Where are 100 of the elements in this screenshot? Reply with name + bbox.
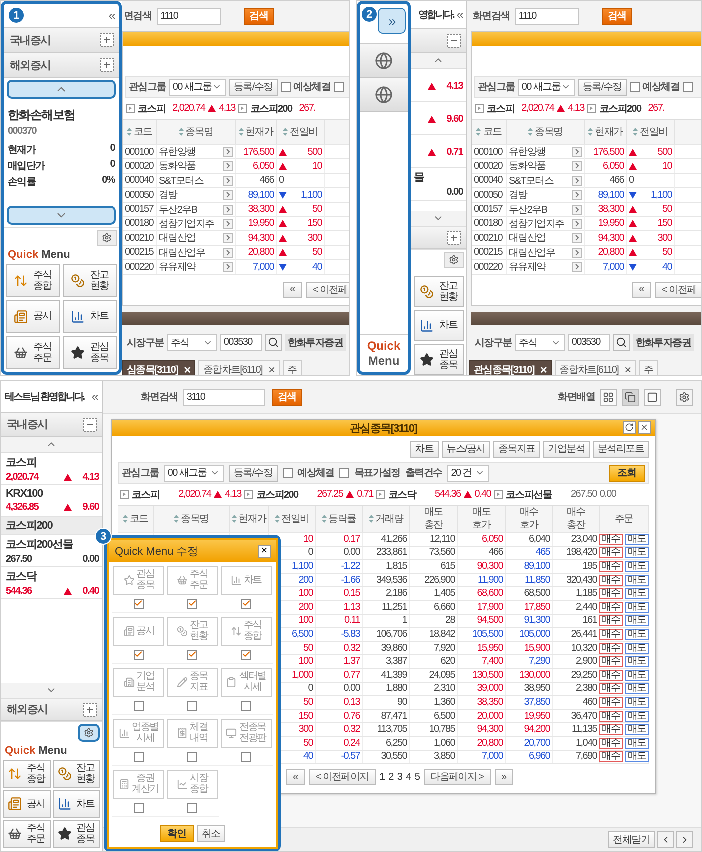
scroll-up-button[interactable] [7, 80, 116, 99]
column-header[interactable]: 현재가 [595, 126, 623, 138]
sell-button[interactable]: 매도 [625, 615, 650, 626]
checkbox[interactable] [339, 468, 350, 478]
quick-menu-button[interactable]: 주식 종합 [3, 760, 50, 788]
pager-button[interactable]: < 이전페 [654, 282, 701, 298]
sort-icon[interactable] [126, 128, 132, 136]
sell-button[interactable]: 매도 [625, 642, 650, 654]
expand-button[interactable]: » [378, 8, 406, 34]
search-button[interactable] [612, 334, 630, 352]
checkbox[interactable] [187, 650, 198, 660]
layout-button[interactable] [622, 388, 639, 406]
section-header[interactable]: 국내증시 [1, 413, 102, 437]
chevron-right-icon[interactable] [223, 147, 233, 157]
page-number[interactable]: 1 [380, 772, 385, 783]
page-number[interactable]: 4 [406, 772, 411, 783]
search-field[interactable]: 1110 [156, 8, 221, 24]
checkbox[interactable] [241, 598, 252, 608]
section-header[interactable]: 국내증시 [4, 28, 119, 53]
close-button[interactable]: × [624, 363, 631, 375]
quick-menu-button[interactable]: 잔고 현황 [52, 760, 100, 788]
sort-icon[interactable] [122, 515, 128, 523]
close-button[interactable] [638, 421, 651, 434]
close-all-button[interactable]: 전체닫기 [608, 831, 655, 848]
plus-icon[interactable] [100, 33, 114, 47]
checkbox[interactable] [334, 82, 344, 92]
confirm-button[interactable]: 확인 [160, 825, 194, 842]
buy-button[interactable]: 매수 [598, 560, 623, 572]
buy-button[interactable]: 매수 [598, 751, 623, 762]
checkbox[interactable] [241, 700, 252, 710]
chevron-right-icon[interactable] [572, 204, 582, 215]
close-button[interactable]: × [184, 363, 190, 375]
tab[interactable]: 주 [638, 360, 658, 375]
checkbox[interactable] [187, 752, 198, 762]
sell-button[interactable]: 매도 [625, 560, 650, 572]
sort-icon[interactable] [528, 128, 534, 136]
query-button[interactable]: 조회 [608, 464, 645, 482]
collapse-button[interactable]: « [108, 8, 116, 23]
quick-menu-button[interactable]: 관심 종목 [63, 336, 117, 369]
plus-icon[interactable] [447, 230, 461, 244]
checkbox[interactable] [134, 802, 144, 812]
checkbox[interactable] [630, 82, 640, 92]
section-header[interactable]: 해외증시 [1, 699, 102, 721]
sell-button[interactable]: 매도 [625, 696, 650, 708]
sell-button[interactable]: 매도 [625, 547, 650, 558]
chevron-right-icon[interactable] [223, 161, 233, 172]
sell-button[interactable]: 매도 [625, 602, 650, 613]
page-number[interactable]: 2 [388, 772, 394, 783]
pager-button[interactable]: « [286, 769, 305, 786]
checkbox[interactable] [187, 598, 198, 608]
checkbox[interactable] [280, 82, 291, 92]
sort-icon[interactable] [322, 515, 327, 523]
checkbox[interactable] [187, 700, 198, 710]
buy-button[interactable]: 매수 [598, 683, 623, 694]
pager-button[interactable]: 다음페이지 > [424, 769, 491, 786]
column-header[interactable]: 전일비 [290, 126, 318, 138]
code-field[interactable]: 003530 [568, 334, 610, 352]
checkbox[interactable] [187, 802, 198, 812]
pager-button[interactable]: » [494, 769, 514, 786]
register-button[interactable]: 등록/수정 [228, 78, 278, 96]
checkbox[interactable] [134, 752, 144, 762]
quick-menu-button[interactable]: 공시 [6, 300, 60, 333]
quote-row[interactable]: 코스피200 [1, 517, 102, 535]
quick-menu-button[interactable]: 주식 주문 [6, 336, 60, 369]
buy-button[interactable]: 매수 [598, 574, 623, 586]
buy-button[interactable]: 매수 [598, 615, 623, 626]
toolbar-button[interactable]: 분석리포트 [592, 440, 649, 458]
column-header[interactable]: 거래량 [376, 512, 404, 526]
globe-button[interactable] [360, 78, 408, 112]
register-button[interactable]: 등록/수정 [228, 464, 278, 482]
settings-button[interactable] [444, 252, 464, 268]
checkbox[interactable] [134, 650, 144, 660]
section-header[interactable]: 해외증시 [4, 53, 119, 78]
column-header[interactable]: 종목명 [186, 126, 214, 138]
buy-button[interactable]: 매수 [598, 602, 623, 613]
close-button[interactable]: × [268, 363, 275, 375]
chevron-right-icon[interactable] [223, 190, 233, 200]
cancel-button[interactable]: 취소 [197, 825, 226, 842]
sell-button[interactable]: 매도 [625, 574, 650, 586]
group-select[interactable]: 00 새그룹 [518, 78, 575, 96]
search-field[interactable]: 1110 [514, 8, 579, 24]
buy-button[interactable]: 매수 [598, 696, 623, 708]
column-header[interactable]: 코드 [130, 512, 148, 526]
buy-button[interactable]: 매수 [598, 670, 623, 681]
quick-menu-button[interactable]: 차트 [63, 300, 117, 333]
checkbox[interactable] [134, 598, 144, 608]
column-header[interactable]: 현재가 [238, 512, 266, 526]
quick-menu-button[interactable]: 주식 종합 [6, 264, 60, 297]
collapse-button[interactable]: « [456, 7, 464, 22]
sell-button[interactable]: 매도 [625, 751, 650, 762]
count-select[interactable]: 20 건 [447, 464, 490, 482]
minus-icon[interactable] [83, 418, 97, 432]
tab[interactable]: 관심종목[3110] × [469, 360, 552, 375]
column-header[interactable]: 전일비 [282, 512, 310, 526]
column-header[interactable]: 종목명 [181, 512, 209, 526]
checkbox[interactable] [241, 650, 252, 660]
sort-icon[interactable] [178, 128, 184, 136]
quick-menu-button[interactable]: 차트 [414, 310, 464, 341]
buy-button[interactable]: 매수 [598, 534, 623, 545]
minus-icon[interactable] [447, 34, 461, 48]
